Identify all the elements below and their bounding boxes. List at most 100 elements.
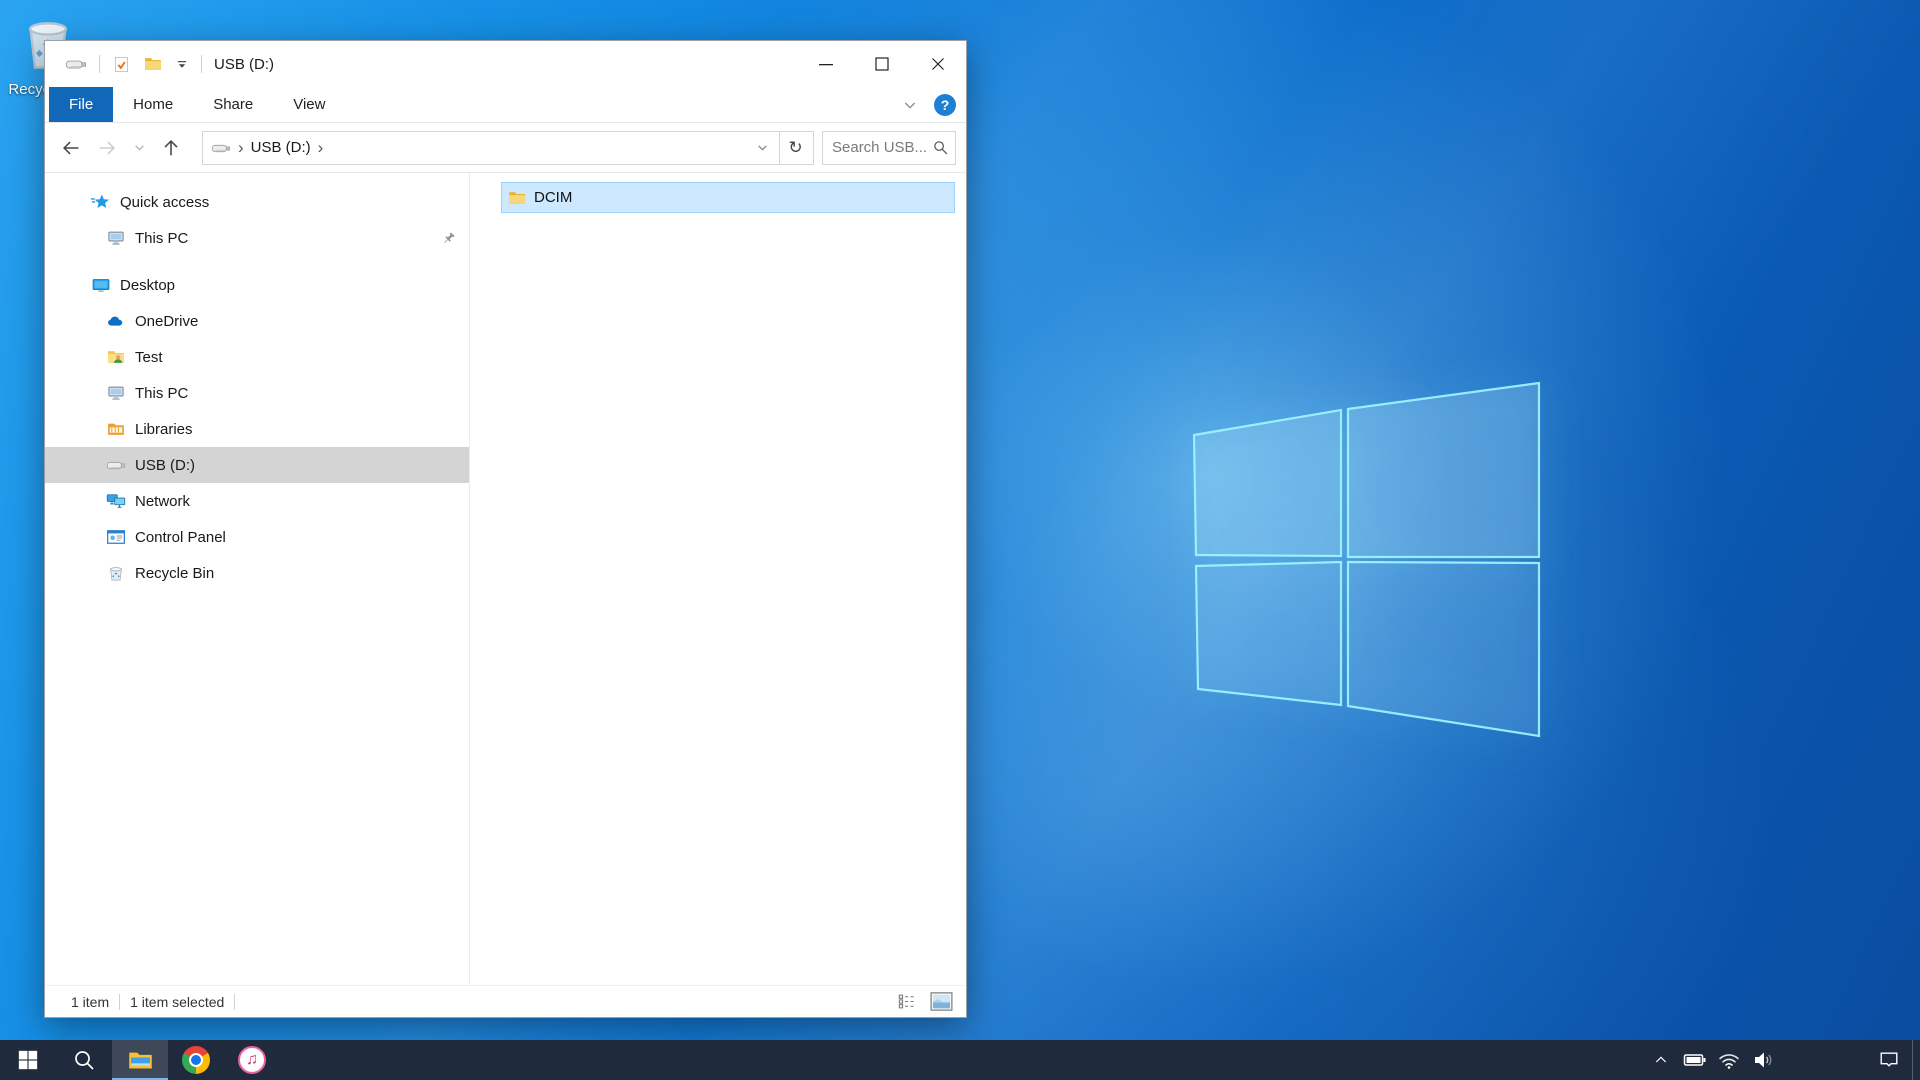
forward-button[interactable] bbox=[89, 131, 125, 165]
title-bar: USB (D:) bbox=[45, 41, 966, 87]
status-separator bbox=[119, 994, 120, 1010]
address-bar: › USB (D:) › ↻ bbox=[45, 123, 966, 173]
sidebar-item-icon bbox=[91, 275, 111, 295]
address-dropdown-chevron-icon[interactable] bbox=[756, 141, 769, 154]
help-button[interactable]: ? bbox=[934, 94, 956, 116]
action-center-button[interactable] bbox=[1864, 1040, 1912, 1080]
file-dcim[interactable]: DCIM bbox=[501, 182, 955, 213]
sidebar-item-label: Recycle Bin bbox=[135, 565, 214, 582]
details-view-button[interactable] bbox=[897, 992, 916, 1011]
properties-check-icon[interactable] bbox=[112, 55, 131, 74]
sidebar-item-icon bbox=[106, 383, 126, 403]
tray-spacer bbox=[1780, 1040, 1864, 1080]
windows-start-icon bbox=[17, 1049, 39, 1071]
status-bar: 1 item 1 item selected bbox=[45, 985, 966, 1017]
sidebar-item-this-pc[interactable]: This PC bbox=[45, 375, 469, 411]
tab-file[interactable]: File bbox=[49, 87, 113, 122]
volume-icon[interactable] bbox=[1746, 1040, 1780, 1080]
usb-drive-icon bbox=[65, 53, 87, 75]
file-explorer-window: USB (D:) ? File Home Share bbox=[44, 40, 967, 1018]
refresh-button[interactable]: ↻ bbox=[779, 132, 811, 164]
sidebar-item-desktop[interactable]: Desktop bbox=[45, 267, 469, 303]
recent-locations-button[interactable] bbox=[125, 131, 153, 165]
sidebar-item-icon bbox=[106, 563, 126, 583]
hidden-icons-chevron-icon[interactable] bbox=[1644, 1040, 1678, 1080]
close-button[interactable] bbox=[910, 41, 966, 87]
tab-home[interactable]: Home bbox=[113, 87, 193, 122]
battery-icon[interactable] bbox=[1678, 1040, 1712, 1080]
tab-view[interactable]: View bbox=[273, 87, 345, 122]
sidebar-item-icon bbox=[106, 491, 126, 511]
search-icon[interactable] bbox=[932, 139, 949, 156]
tab-share[interactable]: Share bbox=[193, 87, 273, 122]
up-button[interactable] bbox=[153, 131, 189, 165]
taskbar-itunes-button[interactable]: ♫ bbox=[224, 1040, 280, 1080]
sidebar-item-libraries[interactable]: Libraries bbox=[45, 411, 469, 447]
expand-ribbon-chevron-down-icon[interactable] bbox=[902, 97, 918, 113]
sidebar-item-label: Control Panel bbox=[135, 529, 226, 546]
folder-icon bbox=[507, 188, 527, 208]
status-separator bbox=[234, 994, 235, 1010]
customize-toolbar-caret-icon[interactable] bbox=[175, 57, 189, 71]
address-box[interactable]: › USB (D:) › ↻ bbox=[202, 131, 814, 165]
file-name: DCIM bbox=[534, 189, 572, 206]
breadcrumb-chevron: › bbox=[231, 138, 251, 158]
sidebar-item-label: This PC bbox=[135, 230, 188, 247]
view-toggle-buttons bbox=[897, 992, 953, 1011]
chevron-down-icon bbox=[133, 141, 146, 154]
sidebar-item-icon bbox=[106, 455, 126, 475]
back-button[interactable] bbox=[53, 131, 89, 165]
sidebar-item-icon bbox=[106, 419, 126, 439]
show-desktop-button[interactable] bbox=[1912, 1040, 1920, 1080]
sidebar-item-label: Desktop bbox=[120, 277, 175, 294]
ribbon-tab-bar: ? File Home Share View bbox=[45, 87, 966, 123]
forward-arrow-icon bbox=[96, 137, 118, 159]
sidebar-item-icon bbox=[91, 192, 111, 212]
back-arrow-icon bbox=[60, 137, 82, 159]
taskbar-search-button[interactable] bbox=[56, 1040, 112, 1080]
sidebar-item-usb-d[interactable]: USB (D:) bbox=[45, 447, 469, 483]
minimize-button[interactable] bbox=[798, 41, 854, 87]
quick-access-toolbar bbox=[65, 53, 202, 75]
sidebar-item-label: Network bbox=[135, 493, 190, 510]
sidebar-item-network[interactable]: Network bbox=[45, 483, 469, 519]
sidebar-item-icon bbox=[106, 311, 126, 331]
sidebar-item-test[interactable]: Test bbox=[45, 339, 469, 375]
refresh-icon: ↻ bbox=[788, 138, 802, 158]
system-tray bbox=[1644, 1040, 1920, 1080]
items-count: 1 item bbox=[71, 994, 109, 1010]
new-folder-icon[interactable] bbox=[143, 54, 163, 74]
up-arrow-icon bbox=[160, 137, 182, 159]
window-title: USB (D:) bbox=[214, 56, 274, 73]
search-input[interactable] bbox=[832, 139, 932, 156]
chrome-icon bbox=[182, 1046, 210, 1074]
sidebar-item-label: Quick access bbox=[120, 194, 209, 211]
itunes-icon: ♫ bbox=[238, 1046, 266, 1074]
navigation-pane: Quick access This PC Desktop bbox=[45, 173, 470, 985]
sidebar-item-quick-access[interactable]: Quick access bbox=[45, 184, 469, 220]
maximize-button[interactable] bbox=[854, 41, 910, 87]
windows-logo bbox=[1190, 380, 1542, 740]
toolbar-separator bbox=[99, 55, 100, 73]
sidebar-item-recycle-bin[interactable]: Recycle Bin bbox=[45, 555, 469, 591]
taskbar-chrome-button[interactable] bbox=[168, 1040, 224, 1080]
sidebar-item-icon bbox=[106, 347, 126, 367]
sidebar-item-label: Libraries bbox=[135, 421, 193, 438]
sidebar-item-onedrive[interactable]: OneDrive bbox=[45, 303, 469, 339]
search-box[interactable] bbox=[822, 131, 956, 165]
toolbar-separator bbox=[201, 55, 202, 73]
usb-drive-icon bbox=[211, 138, 231, 158]
caption-buttons bbox=[798, 41, 966, 87]
file-list-pane[interactable]: DCIM bbox=[470, 173, 966, 985]
wifi-icon[interactable] bbox=[1712, 1040, 1746, 1080]
search-icon bbox=[72, 1048, 96, 1072]
sidebar-item-this-pc[interactable]: This PC bbox=[45, 220, 469, 256]
sidebar-item-label: USB (D:) bbox=[135, 457, 195, 474]
selection-count: 1 item selected bbox=[130, 994, 224, 1010]
large-thumbnails-view-button[interactable] bbox=[930, 992, 953, 1011]
start-button[interactable] bbox=[0, 1040, 56, 1080]
sidebar-item-control-panel[interactable]: Control Panel bbox=[45, 519, 469, 555]
taskbar-file-explorer-button[interactable] bbox=[112, 1040, 168, 1080]
action-center-icon bbox=[1878, 1049, 1900, 1071]
breadcrumb-segment[interactable]: USB (D:) bbox=[251, 139, 311, 156]
